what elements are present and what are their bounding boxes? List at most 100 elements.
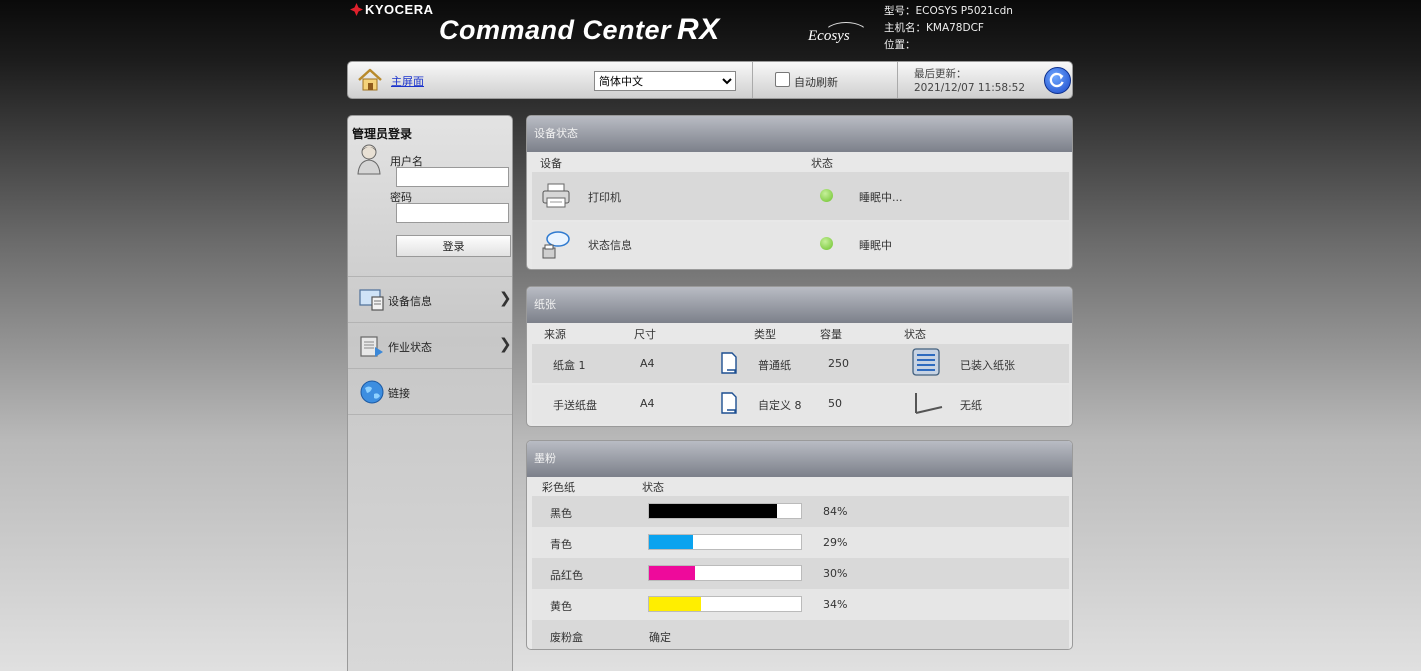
col-status: 状态 [642,481,664,494]
toner-level-bar [648,503,802,519]
toner-color: 青色 [550,538,572,551]
device-name: 打印机 [588,191,621,204]
paper-type: 普通纸 [758,359,791,372]
toner-level-bar [648,565,802,581]
paper-size: A4 [640,357,655,370]
status-message-icon [542,231,570,259]
sidebar-item-label: 链接 [388,387,410,400]
empty-tray-icon [915,393,943,414]
brand-name: KYOCERA [365,2,434,17]
app-title-suffix: RX [677,13,720,46]
paper-row-manual: 手送纸盘 A4 自定义 8 50 无纸 [532,385,1069,424]
device-status-text: 睡眠中 [859,239,892,252]
sidebar: 管理员登录 用户名 密码 登录 设备信息 ❯ 作业状态 ❯ 链接 [347,115,513,671]
paper-title: 纸张 [527,287,1072,323]
waste-toner-status: 确定 [649,631,671,644]
paper-status: 无纸 [960,399,982,412]
model-label: 型号：ECOSYS P5021cdn [884,5,1013,17]
col-status: 状态 [904,328,926,341]
waste-toner-label: 废粉盒 [550,631,583,644]
login-button[interactable]: 登录 [396,235,511,257]
password-field[interactable] [396,203,509,223]
toner-level-fill [649,597,701,611]
device-row-status-message: 状态信息 睡眠中 [532,222,1069,269]
sidebar-item-device-info[interactable]: 设备信息 ❯ [348,276,512,322]
col-source: 来源 [544,328,566,341]
sidebar-item-label: 作业状态 [388,341,432,354]
kyocera-mark-icon [350,3,363,16]
chevron-right-icon: ❯ [499,335,512,353]
toner-row-waste: 废粉盒 确定 [532,620,1069,649]
job-status-icon [360,336,383,357]
toner-row-cyan: 青色 29% [532,527,1069,558]
col-size: 尺寸 [634,328,656,341]
toner-level-fill [649,504,777,518]
paper-capacity: 50 [828,397,842,410]
home-icon[interactable] [357,67,383,93]
toolbar: 主屏面 简体中文 自动刷新 最后更新： 2021/12/07 11:58:52 [347,61,1073,99]
globe-icon [360,380,384,404]
sidebar-item-label: 设备信息 [388,295,432,308]
app-title: Command Center RX [439,13,720,47]
toner-level-bar [648,596,802,612]
toner-row-magenta: 品红色 30% [532,558,1069,589]
auto-refresh-label: 自动刷新 [794,76,838,89]
col-capacity: 容量 [820,328,842,341]
sidebar-divider [348,414,512,415]
admin-login-title: 管理员登录 [352,127,413,141]
refresh-icon [1049,72,1064,88]
toner-row-black: 黑色 84% [532,496,1069,527]
home-link[interactable]: 主屏面 [391,73,424,89]
paper-panel: 纸张 来源 尺寸 类型 容量 状态 纸盒 1 A4 普通纸 250 已装入纸张 [526,286,1073,427]
paper-size: A4 [640,397,655,410]
language-select[interactable]: 简体中文 [594,71,736,91]
toner-color: 黄色 [550,600,572,613]
sidebar-item-job-status[interactable]: 作业状态 ❯ [348,322,512,368]
toner-percent: 30% [823,567,848,580]
device-status-text: 睡眠中... [859,191,903,204]
page: KYOCERA Command Center RX Ecosys 型号：ECOSY… [347,0,1073,671]
username-field[interactable] [396,167,509,187]
toner-color: 品红色 [550,569,583,582]
sidebar-item-links[interactable]: 链接 [348,368,512,414]
paper-source: 纸盒 1 [553,359,586,372]
last-updated-value: 2021/12/07 11:58:52 [914,82,1026,94]
toner-percent: 34% [823,598,848,611]
toner-level-fill [649,535,694,549]
col-type: 类型 [754,328,776,341]
device-name: 状态信息 [588,239,632,252]
toner-level-bar [648,534,802,550]
device-status-title: 设备状态 [527,116,1072,152]
device-row-printer: 打印机 睡眠中... [532,172,1069,220]
refresh-button[interactable] [1044,67,1071,94]
device-meta: 型号：ECOSYS P5021cdn 主机名：KMA78DCF 位置： [884,3,1013,54]
toner-row-yellow: 黄色 34% [532,589,1069,620]
toolbar-divider [897,62,898,98]
printer-icon [542,183,570,208]
toner-percent: 29% [823,536,848,549]
paper-source: 手送纸盘 [553,399,597,412]
app-title-text: Command Center [439,15,672,45]
toolbar-divider [752,62,753,98]
status-indicator [820,189,833,202]
chevron-right-icon: ❯ [499,289,512,307]
paper-row-tray1: 纸盒 1 A4 普通纸 250 已装入纸张 [532,344,1069,383]
last-updated-label: 最后更新： [914,68,967,80]
toner-panel: 墨粉 彩色纸 状态 黑色 84% 青色 29% 品红色 30% 黄色 34% 废… [526,440,1073,650]
toner-color: 黑色 [550,507,572,520]
kyocera-logo: KYOCERA [350,2,434,17]
hostname-label: 主机名：KMA78DCF [884,22,984,34]
col-status: 状态 [811,157,833,170]
paper-sheet-icon [721,352,737,374]
col-color: 彩色纸 [542,481,575,494]
user-icon [357,144,381,175]
paper-capacity: 250 [828,357,849,370]
toner-percent: 84% [823,505,848,518]
ecosys-logo: Ecosys [808,28,850,44]
paper-sheet-icon [721,392,737,414]
last-updated: 最后更新： 2021/12/07 11:58:52 [914,67,1025,95]
toner-title: 墨粉 [527,441,1072,477]
auto-refresh-checkbox[interactable] [775,72,790,87]
paper-type: 自定义 8 [758,399,802,412]
device-status-panel: 设备状态 设备 状态 打印机 睡眠中... 状态信息 睡眠中 [526,115,1073,270]
